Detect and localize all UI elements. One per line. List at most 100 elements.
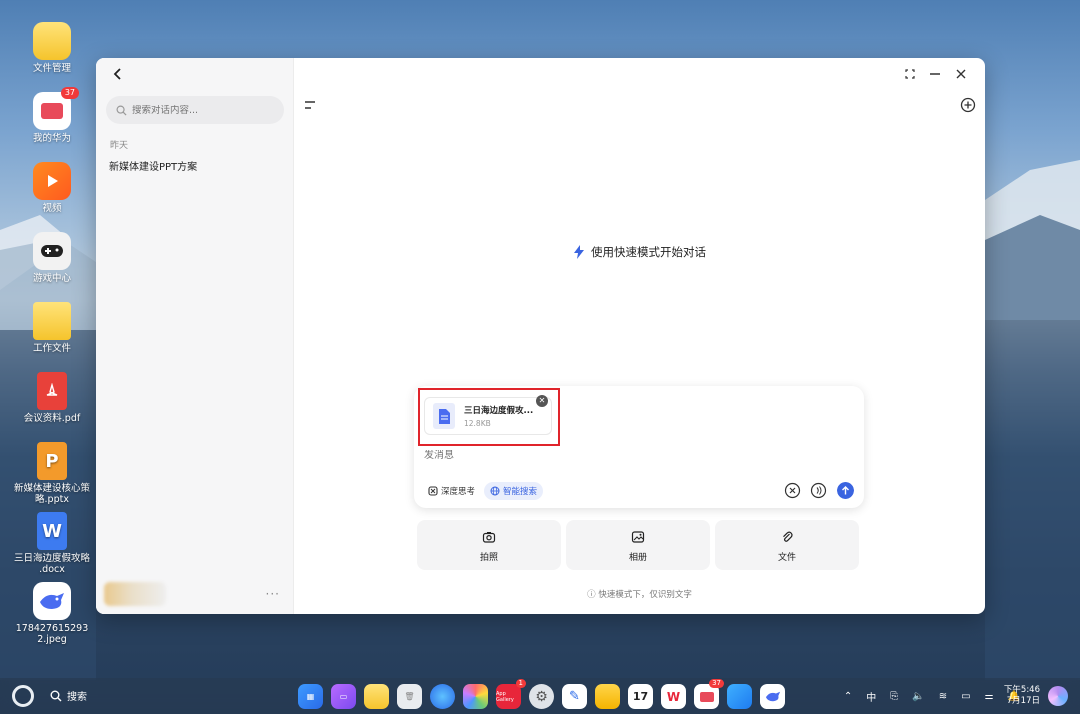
- lightning-icon: [574, 245, 584, 259]
- desktop-icon-label: 文件管理: [32, 63, 71, 74]
- photo-album-button[interactable]: 相册: [566, 520, 710, 570]
- history-item[interactable]: 新媒体建设PPT方案: [109, 158, 197, 173]
- desktop-icon-work-files[interactable]: 工作文件: [14, 302, 90, 354]
- ime-indicator[interactable]: 中: [866, 689, 876, 704]
- desktop-icon-label: 三日海边度假攻略 .docx: [14, 553, 91, 575]
- search-bar[interactable]: [106, 96, 284, 124]
- desktop-icon-file-manager[interactable]: 文件管理: [14, 22, 90, 74]
- remove-attachment-button[interactable]: ✕: [536, 395, 548, 407]
- video-icon: [33, 162, 71, 200]
- paperclip-icon: [783, 531, 793, 542]
- docx-icon: W: [37, 512, 67, 550]
- history-section-label: 昨天: [110, 141, 129, 151]
- desktop-icon-video[interactable]: 视频: [14, 162, 90, 214]
- voice-input-icon[interactable]: [810, 482, 827, 499]
- volume-icon[interactable]: 🔈: [912, 691, 924, 702]
- notes-icon[interactable]: ✎: [562, 684, 587, 709]
- close-icon[interactable]: [953, 66, 969, 82]
- wifi-icon[interactable]: ≋: [939, 691, 947, 702]
- chat-main: 使用快速模式开始对话 三日海边度假攻... 12.8KB ✕ 深度思考: [294, 58, 985, 614]
- taskbar: 搜索 ▦ ▭ 🗑 App Gallery 1 ⚙ ✎ 17 W 37 ⌃ 中 ⎘ …: [0, 678, 1080, 714]
- user-account-icon[interactable]: [1048, 686, 1068, 706]
- huawei-icon: 37: [33, 87, 79, 130]
- ai-assistant-icon[interactable]: [760, 684, 785, 709]
- desktop-icon-label: 视频: [42, 203, 62, 214]
- desktop-icon-label: 游戏中心: [32, 273, 71, 284]
- fullscreen-icon[interactable]: [902, 66, 918, 82]
- document-icon: [433, 403, 455, 429]
- hero-prompt: 使用快速模式开始对话: [294, 244, 985, 260]
- settings-icon[interactable]: ⚙: [529, 684, 554, 709]
- desktop-icon-label: 会议资料.pdf: [23, 413, 81, 424]
- mode-footnote: ⓘ 快速模式下，仅识别文字: [587, 590, 692, 600]
- dock: ▦ ▭ 🗑 App Gallery 1 ⚙ ✎ 17 W 37: [298, 679, 785, 709]
- clipboard-icon[interactable]: ⎘: [890, 691, 898, 702]
- attached-file-name: 三日海边度假攻...: [464, 406, 534, 416]
- user-row[interactable]: ···: [104, 580, 286, 608]
- folder-icon: [33, 302, 71, 340]
- multitask-icon[interactable]: ▭: [331, 684, 356, 709]
- photos-icon[interactable]: [463, 684, 488, 709]
- more-options-button[interactable]: ···: [266, 587, 280, 601]
- ai-assistant-window: 昨天 新媒体建设PPT方案 ··· 使用快速模式开始对话 三日海边度假攻...: [96, 58, 985, 614]
- battery-icon[interactable]: ▭: [961, 691, 970, 702]
- taskbar-search[interactable]: 搜索: [50, 688, 87, 703]
- file-upload-button[interactable]: 文件: [715, 520, 859, 570]
- control-center-icon[interactable]: ⚌: [985, 691, 994, 702]
- desktop-icon-pptx[interactable]: P 新媒体建设核心策略.pptx: [14, 442, 90, 505]
- image-icon: [33, 582, 71, 620]
- start-button[interactable]: [12, 685, 34, 707]
- pdf-icon: [37, 372, 67, 410]
- globe-icon: [490, 486, 500, 496]
- search-icon: [116, 105, 127, 116]
- calendar-icon[interactable]: 17: [628, 684, 653, 709]
- clock[interactable]: 下午5:46 7月17日: [1004, 685, 1040, 707]
- attached-file-card[interactable]: 三日海边度假攻... 12.8KB: [424, 397, 552, 435]
- deep-think-icon: [428, 486, 438, 496]
- memo-icon[interactable]: [595, 684, 620, 709]
- take-photo-button[interactable]: 拍照: [417, 520, 561, 570]
- folder-icon: [33, 22, 71, 60]
- desktop-icon-pdf[interactable]: 会议资料.pdf: [14, 372, 90, 424]
- message-composer: 三日海边度假攻... 12.8KB ✕ 深度思考 智能搜索: [414, 386, 864, 508]
- new-chat-icon[interactable]: [959, 96, 977, 114]
- user-avatar[interactable]: [104, 582, 166, 606]
- trash-icon[interactable]: 🗑: [397, 684, 422, 709]
- camera-icon: [482, 532, 496, 543]
- browser-icon[interactable]: [430, 684, 455, 709]
- chevron-up-icon[interactable]: ⌃: [844, 691, 852, 702]
- message-input[interactable]: [424, 450, 724, 461]
- desktop-icon-label: 工作文件: [32, 343, 71, 354]
- search-icon: [50, 690, 62, 701]
- hero-text: 使用快速模式开始对话: [591, 245, 706, 259]
- sidebar: 昨天 新媒体建设PPT方案 ···: [96, 58, 294, 614]
- back-arrow-icon[interactable]: [110, 66, 126, 82]
- info-icon: ⓘ: [587, 590, 596, 600]
- my-huawei-icon[interactable]: 37: [694, 679, 724, 709]
- minimize-icon[interactable]: [927, 66, 943, 82]
- attached-file-size: 12.8KB: [464, 419, 491, 428]
- desktop-icon-label: 新媒体建设核心策略.pptx: [14, 483, 91, 505]
- clear-input-icon[interactable]: [784, 482, 801, 499]
- gamepad-icon: [33, 232, 71, 270]
- desktop-icon-jpeg[interactable]: 1784276152932.jpeg: [14, 582, 90, 645]
- notification-badge: 37: [60, 87, 79, 99]
- cloud-drive-icon[interactable]: [727, 684, 752, 709]
- send-button[interactable]: [837, 482, 854, 499]
- system-tray: ⌃ 中 ⎘ 🔈 ≋ ▭ ⚌ 🔔: [844, 689, 1020, 704]
- deep-think-toggle[interactable]: 深度思考: [422, 482, 481, 500]
- desktop-icon-my-huawei[interactable]: 37 我的华为: [14, 87, 90, 144]
- app-launcher-icon[interactable]: ▦: [298, 684, 323, 709]
- file-manager-icon[interactable]: [364, 684, 389, 709]
- wps-icon[interactable]: W: [661, 684, 686, 709]
- sidebar-toggle-icon[interactable]: [304, 100, 318, 112]
- desktop-icon-label: 1784276152932.jpeg: [15, 623, 89, 645]
- smart-search-toggle[interactable]: 智能搜索: [484, 482, 544, 500]
- pptx-icon: P: [37, 442, 67, 480]
- search-input[interactable]: [132, 104, 272, 116]
- desktop-icon-label: 我的华为: [32, 133, 71, 144]
- desktop-icon-game-center[interactable]: 游戏中心: [14, 232, 90, 284]
- desktop-icon-docx[interactable]: W 三日海边度假攻略 .docx: [14, 512, 90, 575]
- gallery-icon: [631, 531, 645, 543]
- app-gallery-icon[interactable]: App Gallery 1: [496, 679, 526, 709]
